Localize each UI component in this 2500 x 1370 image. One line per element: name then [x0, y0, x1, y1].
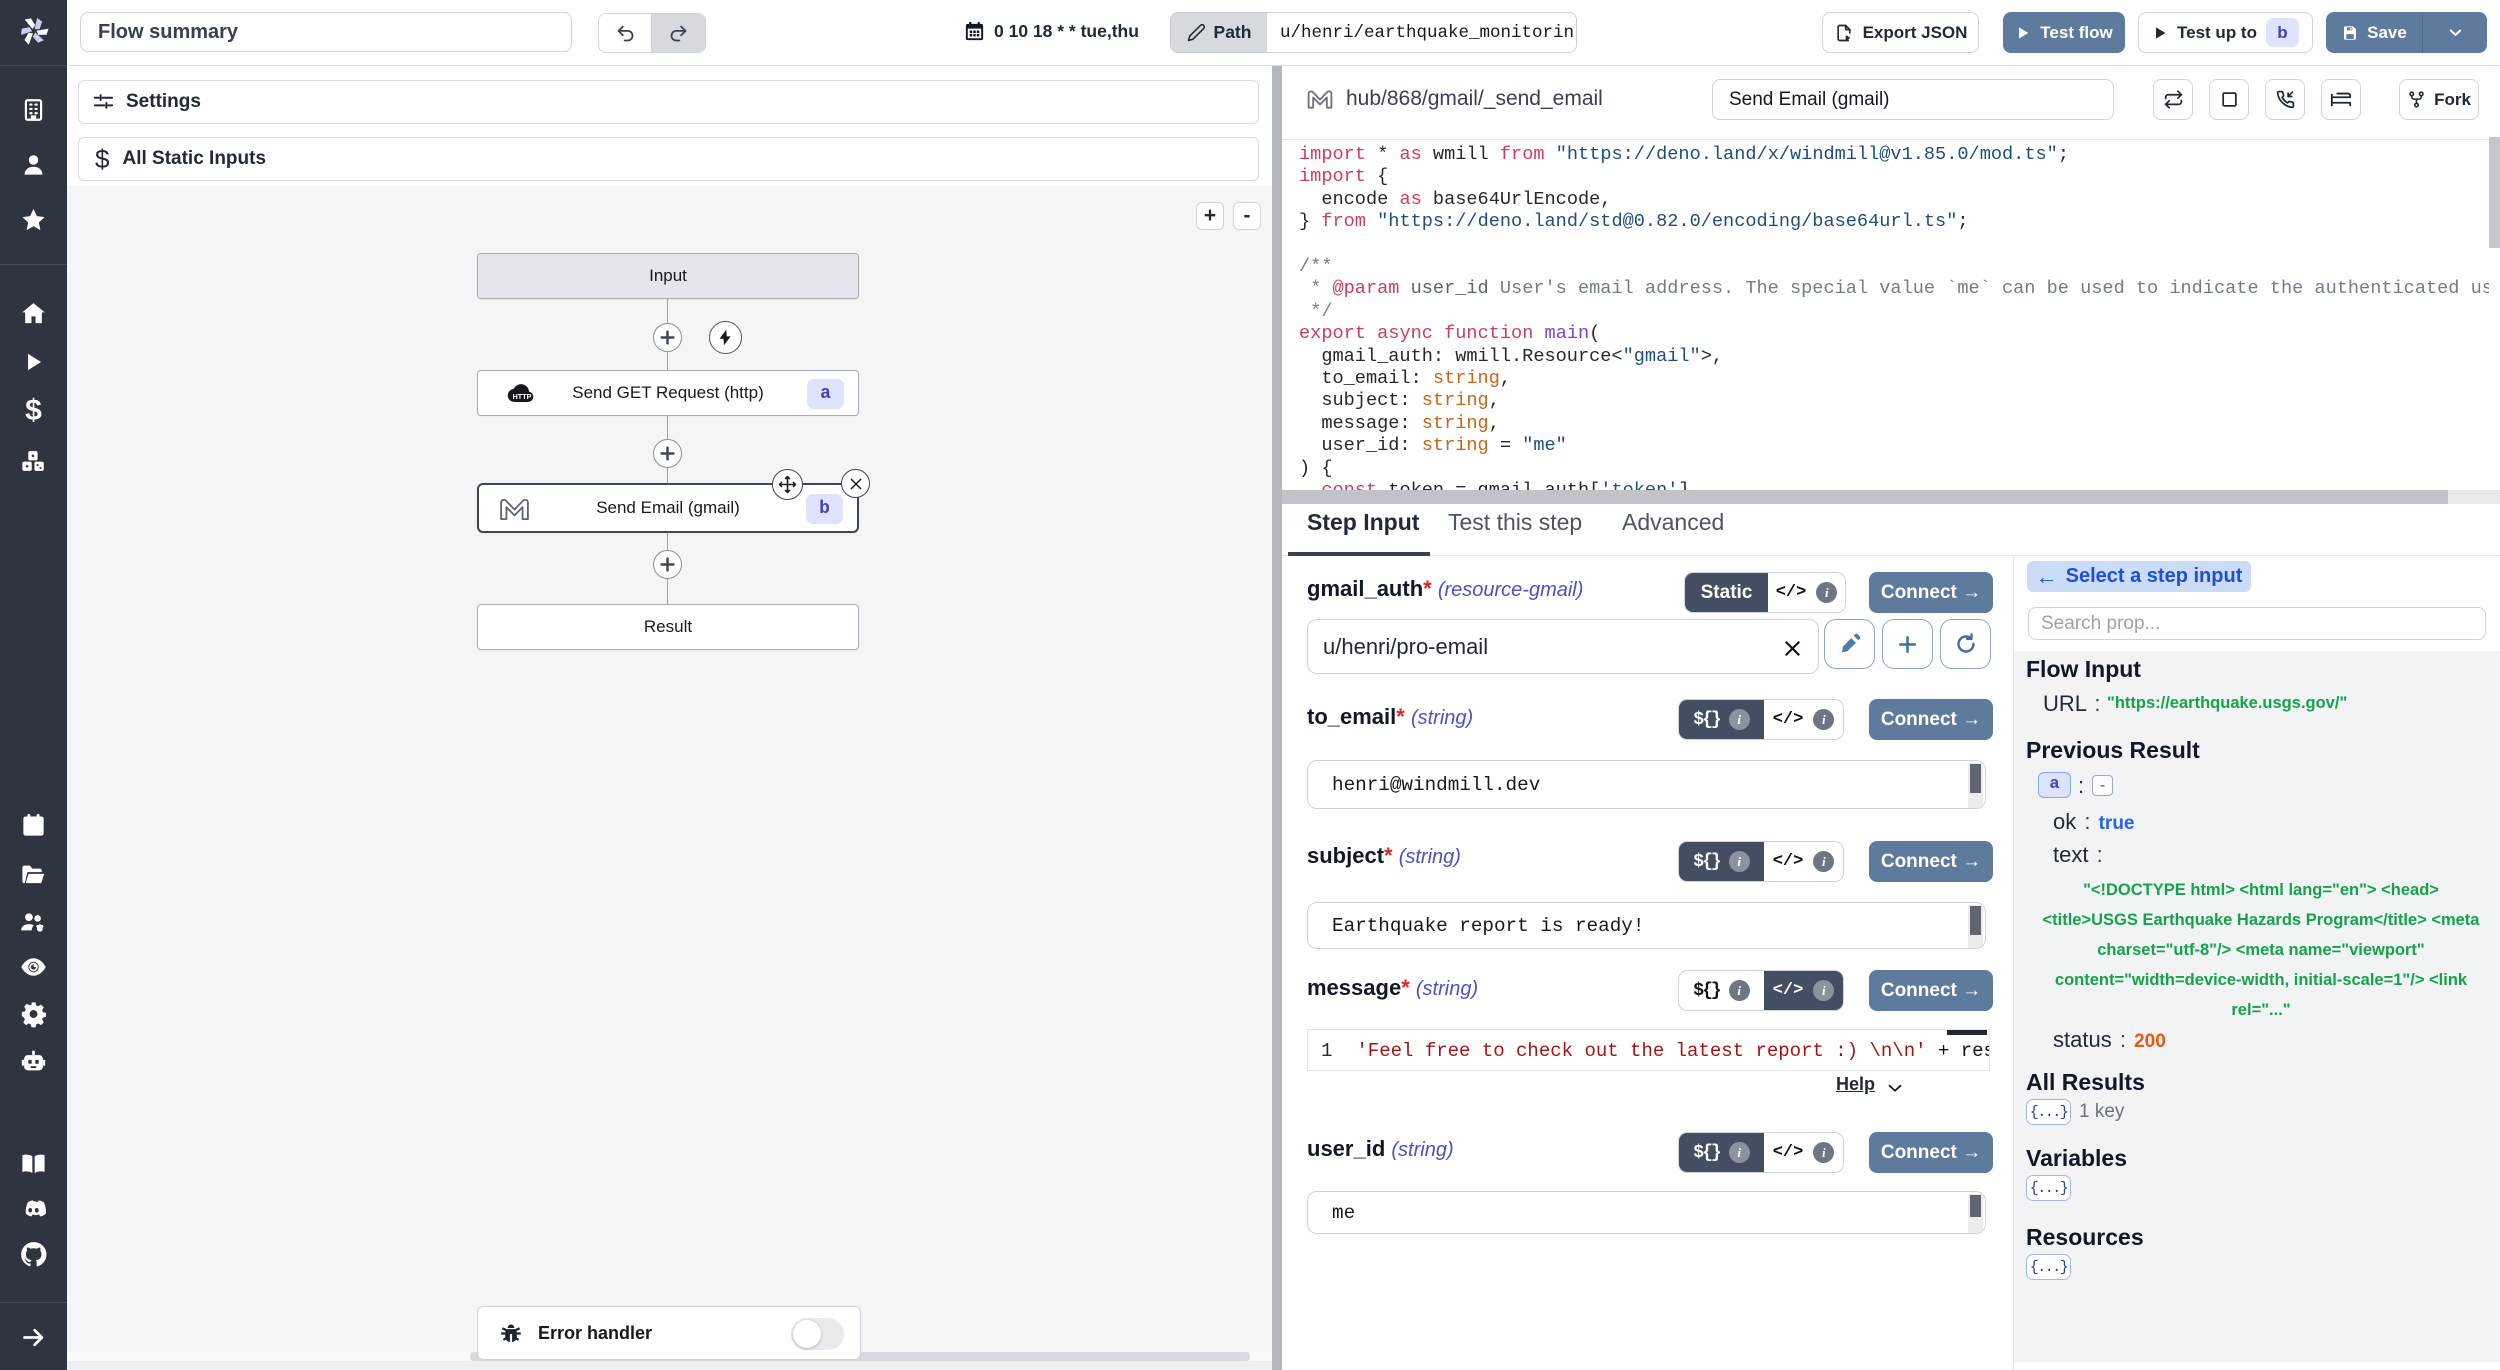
svg-text:HTTP: HTTP — [513, 392, 532, 401]
